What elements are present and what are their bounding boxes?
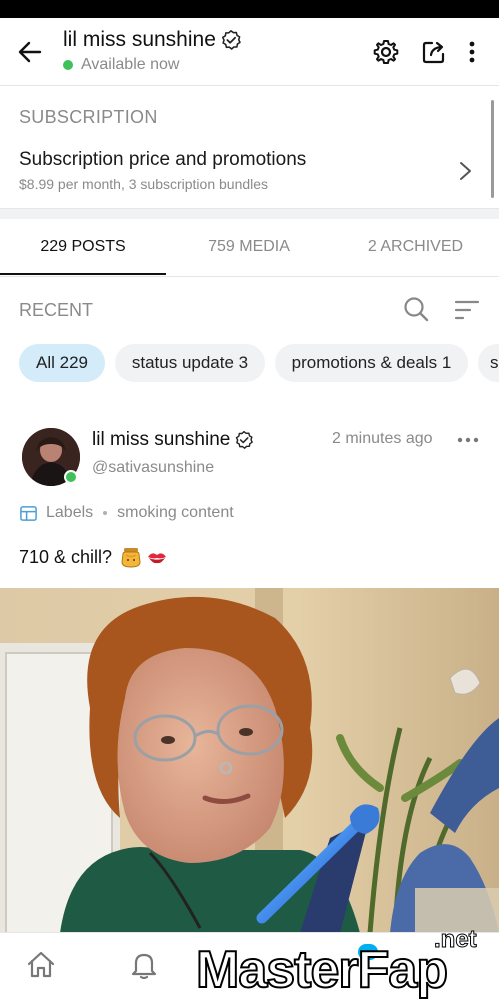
- honey-pot-emoji-icon: [121, 548, 141, 568]
- more-vertical-icon[interactable]: [458, 38, 486, 66]
- gear-icon[interactable]: [372, 38, 400, 66]
- subscription-detail: $8.99 per month, 3 subscription bundles: [19, 176, 269, 192]
- content-tabs: 229 POSTS 759 MEDIA 2 ARCHIVED: [0, 219, 499, 277]
- subscription-heading: SUBSCRIPTION: [19, 107, 158, 127]
- scroll-indicator[interactable]: [491, 100, 494, 198]
- share-icon[interactable]: [420, 38, 448, 66]
- kiss-mark-emoji-icon: [148, 553, 167, 564]
- verified-badge-icon: [236, 430, 254, 449]
- label-icon: [20, 505, 37, 521]
- post-header: lil miss sunshine @sativasunshine 2 minu…: [0, 420, 499, 500]
- caption-text: 710 & chill?: [19, 546, 113, 567]
- profile-header: lil miss sunshine Available now: [0, 18, 499, 86]
- active-tab-indicator: [0, 273, 166, 275]
- availability-status: Available now: [81, 56, 180, 73]
- chip-all[interactable]: All 229: [19, 344, 105, 382]
- arrow-left-icon[interactable]: [16, 38, 44, 66]
- online-dot: [63, 60, 73, 70]
- bell-icon[interactable]: [128, 949, 160, 981]
- chip-partial[interactable]: s: [478, 344, 499, 382]
- subscription-link[interactable]: Subscription price and promotions: [19, 149, 306, 171]
- recent-label: RECENT: [19, 300, 94, 320]
- tab-media[interactable]: 759 MEDIA: [166, 219, 332, 275]
- online-dot: [64, 470, 78, 484]
- profile-name: lil miss sunshine: [63, 28, 216, 51]
- chip-promotions[interactable]: promotions & deals 1: [275, 344, 468, 382]
- verified-badge-icon: [221, 30, 241, 50]
- watermark: MasterFap .net: [195, 926, 499, 1000]
- tab-archived[interactable]: 2 ARCHIVED: [332, 219, 499, 275]
- post-timestamp: 2 minutes ago: [332, 430, 433, 447]
- system-status-bar: [0, 0, 499, 18]
- watermark-text: MasterFap: [195, 940, 449, 1000]
- chip-status-update[interactable]: status update 3: [115, 344, 265, 382]
- sort-icon[interactable]: [454, 297, 480, 323]
- home-icon[interactable]: [25, 949, 57, 981]
- search-icon[interactable]: [402, 295, 430, 323]
- post-caption: 710 & chill?: [19, 546, 168, 568]
- filter-chips: All 229 status update 3 promotions & dea…: [19, 344, 499, 382]
- tab-posts[interactable]: 229 POSTS: [0, 219, 166, 275]
- chevron-right-icon[interactable]: [455, 160, 475, 182]
- recent-toolbar: RECENT: [0, 285, 499, 333]
- separator-dot: [103, 511, 108, 515]
- more-horizontal-icon[interactable]: [456, 432, 480, 448]
- subscription-section: SUBSCRIPTION Subscription price and prom…: [0, 87, 499, 209]
- section-divider: [0, 208, 499, 219]
- post-author-handle[interactable]: @sativasunshine: [92, 459, 214, 477]
- post-author-name[interactable]: lil miss sunshine: [92, 429, 230, 451]
- post-labels: Labels smoking content: [19, 502, 234, 524]
- post-photo[interactable]: [0, 588, 499, 933]
- label-value[interactable]: smoking content: [117, 504, 234, 522]
- watermark-suffix: .net: [434, 926, 478, 954]
- labels-title[interactable]: Labels: [46, 504, 93, 522]
